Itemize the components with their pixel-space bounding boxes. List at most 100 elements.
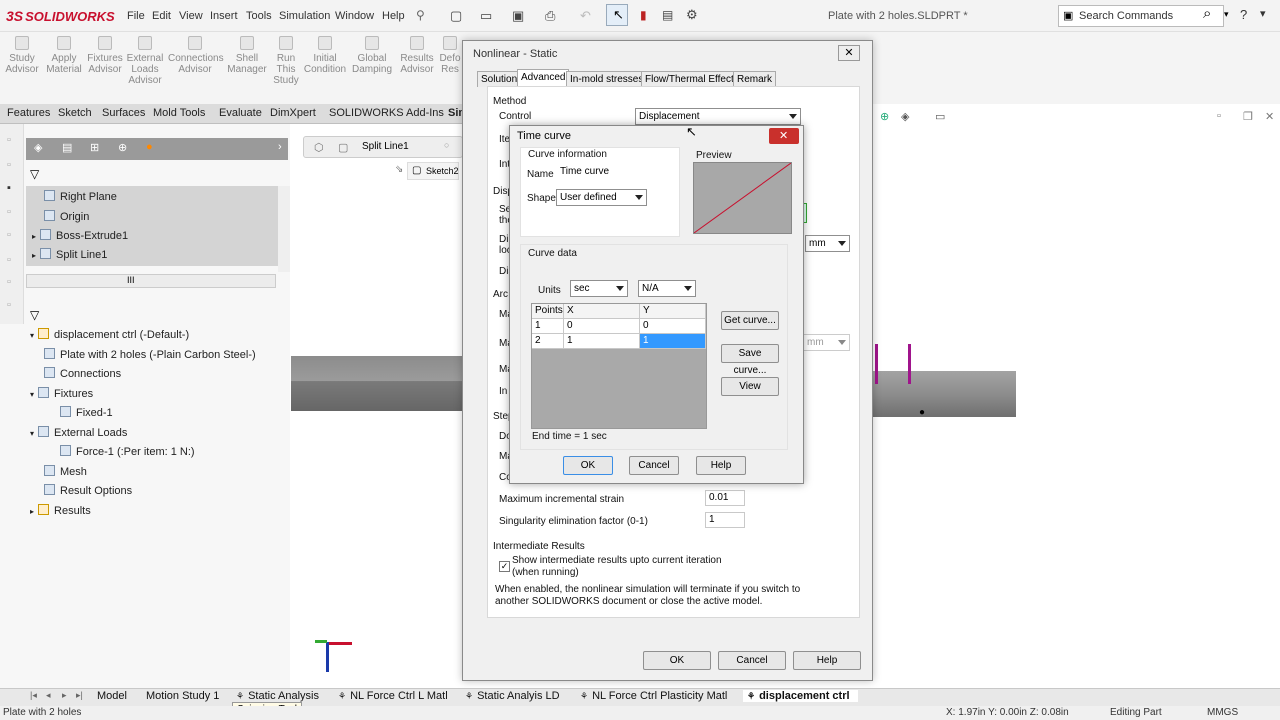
tab-addins[interactable]: SOLIDWORKS Add-Ins bbox=[329, 107, 444, 119]
cancel-button[interactable]: Cancel bbox=[718, 651, 786, 670]
tab-flow-thermal[interactable]: Flow/Thermal Effects bbox=[641, 71, 743, 87]
tree-item-right-plane[interactable]: Right Plane bbox=[44, 190, 117, 203]
tree-item-results[interactable]: ▸ Results bbox=[30, 504, 91, 517]
tree-item-split-line[interactable]: ▸ Split Line1 bbox=[32, 248, 107, 261]
file-properties-icon[interactable]: ▤ bbox=[662, 8, 673, 22]
tool-icon[interactable]: ▫ bbox=[7, 159, 11, 171]
configuration-manager-icon[interactable]: ⊞ bbox=[90, 141, 99, 154]
tab-sketch[interactable]: Sketch bbox=[58, 107, 92, 119]
expand-icon[interactable]: ▸ bbox=[32, 251, 36, 260]
run-this-study-button[interactable]: Run This Study bbox=[264, 36, 308, 86]
fixtures-advisor-button[interactable]: Fixtures Advisor bbox=[83, 36, 127, 75]
tool-icon[interactable]: ▫ bbox=[7, 254, 11, 266]
sketch-item[interactable]: ▢ Sketch2 bbox=[407, 162, 459, 180]
tree-item-result-options[interactable]: Result Options bbox=[44, 484, 132, 497]
view-button[interactable]: View bbox=[721, 377, 779, 396]
tree-item-fixed-1[interactable]: Fixed-1 bbox=[60, 406, 113, 419]
close-view-icon[interactable]: ✕ bbox=[1265, 110, 1274, 123]
max-strain-input[interactable]: 0.01 bbox=[705, 490, 745, 506]
view-settings-icon[interactable]: ▭ bbox=[935, 110, 945, 123]
menu-window[interactable]: Window bbox=[335, 10, 374, 22]
tree-item-mesh[interactable]: Mesh bbox=[44, 465, 87, 478]
tool-icon[interactable]: ▫ bbox=[7, 206, 11, 218]
table-cell-y[interactable]: 0 bbox=[640, 319, 706, 334]
table-cell-x[interactable]: 1 bbox=[564, 334, 640, 349]
connections-advisor-button[interactable]: Connections Advisor bbox=[168, 36, 224, 75]
tab-model[interactable]: Model bbox=[97, 690, 127, 702]
initial-condition-button[interactable]: Initial Condition bbox=[303, 36, 347, 75]
search-icon[interactable]: ⌕ bbox=[1203, 5, 1211, 22]
body-icon[interactable]: ▢ bbox=[338, 141, 348, 154]
property-manager-icon[interactable]: ▤ bbox=[62, 141, 72, 154]
close-button[interactable]: ✕ bbox=[838, 45, 860, 61]
tab-evaluate[interactable]: Evaluate bbox=[219, 107, 262, 119]
tab-dimxpert[interactable]: DimXpert bbox=[270, 107, 316, 119]
tab-in-mold-stresses[interactable]: In-mold stresses bbox=[566, 71, 648, 87]
unit-select[interactable]: mm bbox=[805, 235, 850, 252]
tab-nl-force-ctrl[interactable]: ⚘ NL Force Ctrl L Matl bbox=[338, 690, 448, 702]
tool-icon[interactable]: ▫ bbox=[7, 276, 11, 288]
apply-material-button[interactable]: Apply Material bbox=[42, 36, 86, 75]
tool-icon[interactable]: ▫ bbox=[7, 134, 11, 146]
ok-button[interactable]: OK bbox=[643, 651, 711, 670]
deformed-result-button[interactable]: Defo Res bbox=[436, 36, 464, 75]
options-gear-icon[interactable]: ⚙ bbox=[686, 7, 698, 23]
tab-motion-study[interactable]: Motion Study 1 bbox=[146, 690, 219, 702]
unit-select-disabled[interactable]: mm bbox=[803, 334, 850, 351]
results-advisor-button[interactable]: Results Advisor bbox=[395, 36, 439, 75]
expand-icon[interactable]: ▸ bbox=[32, 232, 36, 241]
minimize-view-icon[interactable]: ▫ bbox=[1217, 110, 1221, 122]
open-folder-icon[interactable]: ▭ bbox=[480, 8, 492, 24]
display-manager-icon[interactable]: ● bbox=[146, 141, 153, 153]
external-loads-advisor-button[interactable]: External Loads Advisor bbox=[123, 36, 167, 86]
tab-mold-tools[interactable]: Mold Tools bbox=[153, 107, 205, 119]
tree-item-part[interactable]: Plate with 2 holes (-Plain Carbon Steel-… bbox=[44, 348, 256, 361]
tool-icon[interactable]: ▫ bbox=[7, 299, 11, 311]
menu-help[interactable]: Help bbox=[382, 10, 405, 22]
tree-item-connections[interactable]: Connections bbox=[44, 367, 121, 380]
filter-icon[interactable]: ▽ bbox=[30, 167, 39, 181]
tab-advanced[interactable]: Advanced bbox=[517, 69, 570, 87]
status-units[interactable]: MMGS bbox=[1207, 707, 1238, 718]
cancel-button[interactable]: Cancel bbox=[629, 456, 679, 475]
close-button[interactable]: ✕ bbox=[769, 128, 799, 144]
singularity-input[interactable]: 1 bbox=[705, 512, 745, 528]
tree-horizontal-scrollbar[interactable]: III bbox=[26, 274, 276, 288]
tree-item-fixtures[interactable]: ▾ Fixtures bbox=[30, 387, 93, 400]
column-header[interactable]: Points bbox=[532, 304, 564, 319]
menu-file[interactable]: File bbox=[127, 10, 145, 22]
tab-solution[interactable]: Solution bbox=[477, 71, 522, 87]
tree-item-study[interactable]: ▾ displacement ctrl (-Default-) bbox=[30, 328, 189, 341]
expand-arrow-icon[interactable]: › bbox=[278, 141, 282, 153]
tab-surfaces[interactable]: Surfaces bbox=[102, 107, 145, 119]
column-header[interactable]: X bbox=[564, 304, 640, 319]
menu-view[interactable]: View bbox=[179, 10, 203, 22]
menu-insert[interactable]: Insert bbox=[210, 10, 238, 22]
name-input[interactable]: Time curve bbox=[556, 164, 646, 180]
plate-model-left[interactable] bbox=[291, 356, 463, 411]
tree-item-origin[interactable]: Origin bbox=[44, 210, 89, 223]
tab-nl-plasticity[interactable]: ⚘ NL Force Ctrl Plasticity Matl bbox=[580, 690, 727, 702]
scroll-last-icon[interactable]: ▸| bbox=[76, 690, 83, 701]
menu-tools[interactable]: Tools bbox=[246, 10, 272, 22]
tab-displacement-ctrl[interactable]: ⚘ displacement ctrl bbox=[743, 690, 858, 702]
breadcrumb-item[interactable]: Split Line1 bbox=[362, 141, 409, 152]
part-icon[interactable]: ⬡ bbox=[314, 141, 324, 154]
print-icon[interactable]: ⎙ bbox=[545, 8, 555, 24]
x-unit-select[interactable]: sec bbox=[570, 280, 628, 297]
help-button[interactable]: Help bbox=[696, 456, 746, 475]
display-style-icon[interactable]: ◈ bbox=[901, 110, 909, 123]
tree-item-boss-extrude[interactable]: ▸ Boss-Extrude1 bbox=[32, 229, 128, 242]
save-icon[interactable]: ▣ bbox=[512, 8, 524, 24]
new-document-icon[interactable]: ▢ bbox=[450, 8, 462, 24]
tab-static-analysis[interactable]: ⚘ Static Analysis bbox=[236, 690, 319, 702]
select-pointer-icon[interactable]: ↖ bbox=[606, 4, 628, 26]
pin-icon[interactable]: ⚲ bbox=[416, 8, 425, 22]
dimxpert-manager-icon[interactable]: ⊕ bbox=[118, 141, 127, 154]
scroll-first-icon[interactable]: |◂ bbox=[30, 690, 37, 701]
get-curve-button[interactable]: Get curve... bbox=[721, 311, 779, 330]
y-unit-select[interactable]: N/A bbox=[638, 280, 696, 297]
tool-icon[interactable]: ▫ bbox=[7, 229, 11, 241]
curve-data-table[interactable]: Points X Y 1 0 0 2 1 1 bbox=[531, 303, 707, 429]
tab-remark[interactable]: Remark bbox=[733, 71, 777, 87]
